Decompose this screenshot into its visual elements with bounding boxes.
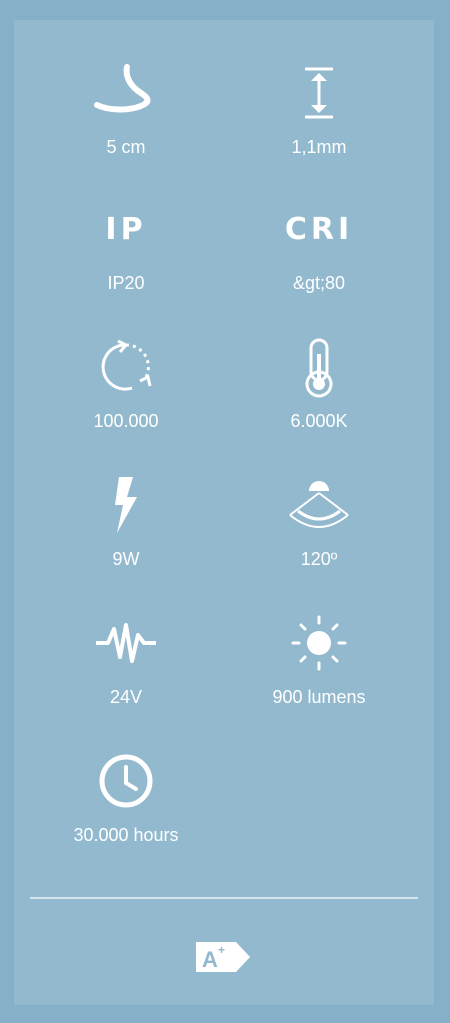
spec-lifetime: 30.000 hours [36,746,216,846]
spec-thickness: 1,1mm [229,58,409,158]
spec-lifecycle: 100.000 [36,332,216,432]
beam-angle-icon [229,470,409,540]
cri-badge: CRI [284,211,354,247]
cri-icon: CRI [229,194,409,264]
spec-cri: CRI &gt;80 [229,194,409,294]
thermometer-icon [229,332,409,402]
spec-value: 1,1mm [291,137,347,157]
lightning-icon [36,470,216,540]
spec-value: &gt;80 [292,273,346,293]
spec-value: 5 cm [106,137,146,157]
energy-label: A + [194,940,254,979]
clock-icon [36,746,216,816]
spec-luminous-flux: 900 lumens [229,608,409,708]
energy-class-icon: A + [196,942,250,972]
spec-value: 30.000 hours [73,825,179,845]
spec-value: 24V [109,687,143,707]
spec-value: IP20 [107,273,145,293]
spec-value: 6.000K [290,411,348,431]
spec-value: 900 lumens [272,687,366,707]
spec-value: 9W [112,549,140,569]
energy-class-letter: A [202,947,218,972]
spec-beam-angle: 120º [229,470,409,570]
spec-value: 100.000 [93,411,159,431]
spec-cut-length: 5 cm [36,58,216,158]
energy-class-sup: + [218,943,225,957]
voltage-wave-icon [36,608,216,678]
thickness-icon [229,58,409,128]
cut-length-icon [36,58,216,128]
lifecycle-icon [36,332,216,402]
spec-panel: 5 cm 1,1mm IP IP20 CRI &gt;80 100.000 6.… [14,20,434,1005]
spec-value: 120º [300,549,338,569]
spec-ip: IP IP20 [36,194,216,294]
divider [30,897,418,899]
ip-badge: IP [105,211,147,247]
ip-icon: IP [36,194,216,264]
spec-voltage: 24V [36,608,216,708]
sun-icon [229,608,409,678]
spec-power: 9W [36,470,216,570]
spec-color-temperature: 6.000K [229,332,409,432]
